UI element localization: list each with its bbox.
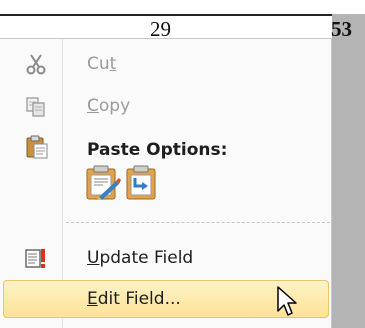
menu-item-copy[interactable]: Copy bbox=[3, 87, 329, 125]
context-menu: Cut Copy Paste Options: Update Field Edi… bbox=[0, 38, 332, 328]
table-cell-value: 29 bbox=[150, 17, 171, 41]
menu-item-label: Update Field bbox=[87, 248, 194, 268]
document-stage: 29 53 Cut Copy Paste Options: Update Fie… bbox=[0, 0, 365, 328]
selected-field-shading bbox=[332, 14, 365, 328]
menu-separator bbox=[66, 222, 330, 223]
menu-item-cut[interactable]: Cut bbox=[3, 45, 329, 83]
mouse-pointer-icon bbox=[277, 286, 297, 316]
menu-item-update-field[interactable]: Update Field bbox=[3, 239, 329, 277]
paste-options-header: Paste Options: bbox=[87, 140, 228, 160]
clipboard-icon bbox=[26, 135, 48, 159]
copy-icon bbox=[26, 97, 45, 117]
paste-merge-formatting-icon[interactable] bbox=[124, 165, 160, 201]
table-border bbox=[0, 14, 332, 16]
selected-field-value[interactable]: 53 bbox=[331, 18, 352, 40]
menu-item-label: Edit Field... bbox=[87, 289, 181, 309]
menu-item-label: Cut bbox=[87, 54, 117, 74]
menu-item-label: Copy bbox=[87, 96, 131, 116]
update-field-icon bbox=[25, 249, 45, 268]
scissors-icon bbox=[26, 54, 46, 75]
paste-keep-formatting-icon[interactable] bbox=[85, 165, 121, 201]
